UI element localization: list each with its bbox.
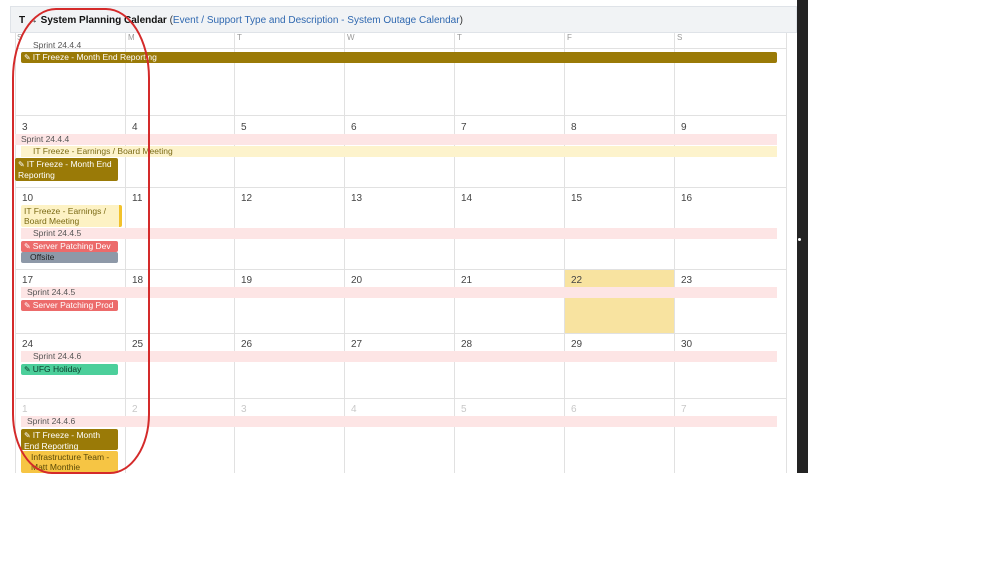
event-label: Server Patching Dev bbox=[32, 241, 111, 251]
pencil-icon: ✎ bbox=[24, 242, 31, 251]
day-number[interactable]: 14 bbox=[461, 193, 472, 204]
day-number[interactable]: 24 bbox=[22, 339, 33, 350]
title-paren-close: ) bbox=[459, 15, 463, 26]
sprint-label[interactable]: Sprint 24.4.4 bbox=[15, 40, 155, 51]
day-number[interactable]: 13 bbox=[351, 193, 362, 204]
day-number[interactable]: 5 bbox=[241, 122, 247, 133]
day-number[interactable]: 25 bbox=[132, 339, 143, 350]
pencil-icon: ✎ bbox=[18, 160, 25, 169]
day-number[interactable]: 23 bbox=[681, 275, 692, 286]
day-number[interactable]: 19 bbox=[241, 275, 252, 286]
server-patching-dev-event[interactable]: ✎ Server Patching Dev bbox=[21, 241, 118, 252]
sprint-band[interactable]: Sprint 24.4.5 bbox=[21, 287, 777, 298]
holiday-event[interactable]: ✎ UFG Holiday bbox=[21, 364, 118, 375]
day-number[interactable]: 27 bbox=[351, 339, 362, 350]
title-text: T → System Planning Calendar bbox=[19, 15, 167, 26]
day-number[interactable]: 3 bbox=[241, 404, 247, 415]
day-number[interactable]: 4 bbox=[132, 122, 138, 133]
month-end-freeze-event[interactable]: ✎ IT Freeze - Month End Reporting bbox=[21, 52, 777, 63]
weekday-header: W bbox=[347, 33, 355, 42]
pencil-icon: ✎ bbox=[24, 431, 31, 440]
panel-handle-dot[interactable] bbox=[798, 238, 801, 241]
day-number[interactable]: 30 bbox=[681, 339, 692, 350]
event-label: UFG Holiday bbox=[32, 364, 82, 374]
month-end-freeze-event[interactable]: ✎ IT Freeze - Month End Reporting bbox=[15, 158, 118, 181]
day-number[interactable]: 3 bbox=[22, 122, 28, 133]
event-label: IT Freeze - Month End Reporting bbox=[24, 430, 101, 450]
earnings-freeze-band[interactable]: IT Freeze - Earnings / Board Meeting bbox=[21, 146, 777, 157]
day-number[interactable]: 26 bbox=[241, 339, 252, 350]
day-number[interactable]: 21 bbox=[461, 275, 472, 286]
day-number[interactable]: 2 bbox=[132, 404, 138, 415]
weekday-header: T bbox=[237, 33, 242, 42]
pencil-icon: ✎ bbox=[24, 53, 31, 62]
weekday-header: S bbox=[677, 33, 683, 42]
day-number[interactable]: 29 bbox=[571, 339, 582, 350]
day-number[interactable]: 7 bbox=[461, 122, 467, 133]
day-number[interactable]: 4 bbox=[351, 404, 357, 415]
month-end-freeze-event[interactable]: ✎ IT Freeze - Month End Reporting bbox=[21, 429, 118, 450]
day-number[interactable]: 5 bbox=[461, 404, 467, 415]
sprint-band[interactable]: Sprint 24.4.5 bbox=[21, 228, 777, 239]
day-number[interactable]: 9 bbox=[681, 122, 687, 133]
day-number[interactable]: 10 bbox=[22, 193, 33, 204]
sprint-band[interactable]: Sprint 24.4.4 bbox=[15, 134, 777, 145]
calendar-grid: S M T W T F S 2 3 4 5 6 7 8 9 10 11 12 1… bbox=[15, 33, 787, 473]
day-number[interactable]: 6 bbox=[571, 404, 577, 415]
dark-side-panel bbox=[797, 0, 808, 473]
day-number[interactable]: 18 bbox=[132, 275, 143, 286]
day-number[interactable]: 8 bbox=[571, 122, 577, 133]
day-number[interactable]: 11 bbox=[132, 193, 142, 204]
calendar-title-bar: T → System Planning Calendar (Event / Su… bbox=[10, 6, 797, 33]
pencil-icon: ✎ bbox=[24, 301, 31, 310]
pencil-icon: ✎ bbox=[24, 365, 31, 374]
offsite-event[interactable]: Offsite bbox=[21, 252, 118, 263]
earnings-freeze-event[interactable]: IT Freeze - Earnings / Board Meeting bbox=[21, 205, 122, 227]
event-label: Server Patching Prod bbox=[32, 300, 114, 310]
infrastructure-team-event[interactable]: Infrastructure Team - Matt Monthie bbox=[21, 451, 118, 473]
day-number[interactable]: 17 bbox=[22, 275, 33, 286]
weekday-header: T bbox=[457, 33, 462, 42]
sprint-band[interactable]: Sprint 24.4.6 bbox=[21, 416, 777, 427]
day-number-today[interactable]: 22 bbox=[571, 275, 582, 286]
day-number[interactable]: 16 bbox=[681, 193, 692, 204]
weekday-header: F bbox=[567, 33, 572, 42]
day-number[interactable]: 28 bbox=[461, 339, 472, 350]
calendar-description-link[interactable]: Event / Support Type and Description - S… bbox=[173, 15, 460, 26]
day-number[interactable]: 1 bbox=[22, 404, 28, 415]
sprint-band[interactable]: Sprint 24.4.6 bbox=[21, 351, 777, 362]
day-number[interactable]: 20 bbox=[351, 275, 362, 286]
event-label: IT Freeze - Month End Reporting bbox=[32, 52, 157, 62]
event-label: IT Freeze - Month End Reporting bbox=[18, 159, 112, 180]
day-number[interactable]: 7 bbox=[681, 404, 687, 415]
server-patching-prod-event[interactable]: ✎ Server Patching Prod bbox=[21, 300, 118, 311]
day-number[interactable]: 15 bbox=[571, 193, 582, 204]
day-number[interactable]: 12 bbox=[241, 193, 252, 204]
day-number[interactable]: 6 bbox=[351, 122, 357, 133]
page-title: T → System Planning Calendar (Event / Su… bbox=[19, 15, 463, 26]
